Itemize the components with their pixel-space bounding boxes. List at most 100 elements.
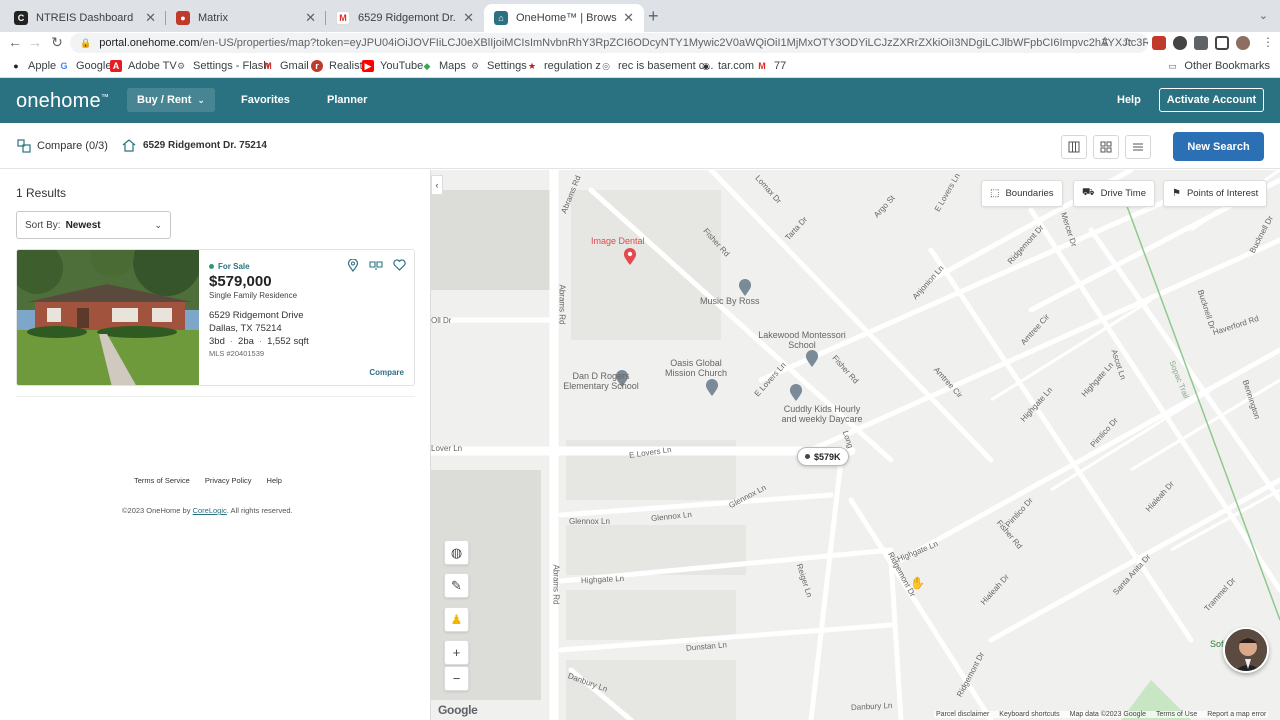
poi-label[interactable]: Oasis Global Mission Church [656,358,736,378]
corelogic-link[interactable]: CoreLogic [193,506,227,515]
buy-rent-label: Buy / Rent [137,94,192,106]
list-view-button[interactable] [1125,135,1151,159]
sub-toolbar: Compare (0/3) 6529 Ridgemont Dr. 75214 [0,123,1280,169]
beds: 3bd [209,336,225,347]
agent-avatar[interactable] [1223,627,1269,673]
results-count: 1 Results [16,186,67,200]
pin-dot [805,454,810,459]
back-icon[interactable]: ← [4,34,26,50]
onehome-logo[interactable]: onehome™ [16,90,109,113]
poi-label[interactable]: Music By Ross [700,296,760,306]
map-pin-icon[interactable] [347,259,359,272]
close-icon[interactable]: ✕ [305,10,316,26]
collapse-panel-button[interactable]: ‹ [431,175,443,195]
bookmark-realist[interactable]: r Realist [311,60,363,72]
close-icon[interactable]: ✕ [623,10,634,26]
close-icon[interactable]: ✕ [145,10,156,26]
bookmark-google[interactable]: G Google [58,60,111,72]
new-search-button[interactable]: New Search [1173,132,1264,161]
forward-icon[interactable]: → [24,34,46,50]
home-icon [122,139,136,152]
report-error-link[interactable]: Report a map error [1207,711,1266,718]
card-compare-link[interactable]: Compare [369,368,404,377]
sort-select[interactable]: Sort By: Newest ⌄ [16,211,171,239]
bookmark-star-icon[interactable]: ☆ [1122,35,1133,49]
poi-label[interactable]: Dan D Rogers Elementary School [561,371,641,391]
bookmark-regulation-z[interactable]: ★ regulation z [526,60,601,72]
bookmark-label: Other Bookmarks [1184,60,1270,72]
bookmark-tar[interactable]: ◉ tar.com [700,60,754,72]
bookmark-label: regulation z [544,60,601,72]
other-bookmarks[interactable]: ▭ Other Bookmarks [1166,60,1270,72]
bookmark-label: Realist [329,60,363,72]
new-tab-icon[interactable]: + [648,6,659,27]
draw-button[interactable]: ✎ [444,573,469,598]
bookmark-adobe-tv[interactable]: A Adobe TV [110,60,177,72]
help-link[interactable]: Help [267,476,282,485]
profile-avatar[interactable] [1236,36,1250,50]
poi-label[interactable]: Sof [1210,639,1224,649]
url-input[interactable]: 🔒 portal.onehome.com/en-US/properties/ma… [70,33,1148,53]
bookmark-settings[interactable]: ⚙ Settings [469,60,527,72]
nav-favorites[interactable]: Favorites [241,94,290,106]
browser-menu-icon[interactable]: ⋮ [1262,35,1274,49]
apple-icon: ● [13,61,19,71]
privacy-link[interactable]: Privacy Policy [205,476,252,485]
reload-icon[interactable]: ↻ [46,34,68,51]
grid-view-button[interactable] [1093,135,1119,159]
bookmark-youtube[interactable]: ▶ YouTube [362,60,423,72]
listing-photo[interactable] [17,250,199,385]
keyboard-shortcuts-link[interactable]: Keyboard shortcuts [999,711,1059,718]
boundaries-button[interactable]: ⬚ Boundaries [981,180,1063,207]
bookmark-gmail[interactable]: M Gmail [262,60,308,72]
zoom-out-button[interactable]: − [444,666,469,691]
bookmark-maps[interactable]: ◆ Maps [421,60,466,72]
bookmark-label: tar.com [718,60,755,72]
map-view-button[interactable] [1061,135,1087,159]
buy-rent-menu[interactable]: Buy / Rent ⌄ [127,88,215,112]
activate-account-button[interactable]: Activate Account [1159,88,1264,112]
bookmark-settings-flash[interactable]: ⚙ Settings - Flash [175,60,269,72]
close-icon[interactable]: ✕ [463,10,474,26]
listing-price: $579,000 [209,273,272,290]
bookmark-apple[interactable]: ● Apple [10,60,56,72]
parcel-disclaimer-link[interactable]: Parcel disclaimer [936,711,989,718]
bookmark-77[interactable]: M 77 [756,60,786,72]
bookmark-rec-basement[interactable]: ◎ rec is basement c... [600,60,713,72]
listing-actions [347,259,406,272]
compare-icon [17,139,31,153]
extension-red-icon[interactable] [1152,36,1166,50]
poi-label[interactable]: Cuddly Kids Hourly and weekly Daycare [777,404,867,424]
terms-link[interactable]: Terms of Service [134,476,190,485]
poi-label[interactable]: Image Dental [591,236,645,246]
map-canvas[interactable]: Abrams Rd Abrams Rd Abrams Rd Fisher Rd … [431,170,1280,720]
bookmarks-bar: ● Apple G Google A Adobe TV ⚙ Settings - Fla… [0,56,1280,78]
drive-time-button[interactable]: ⛟ Drive Time [1073,180,1155,207]
nav-planner[interactable]: Planner [327,94,367,106]
listing-card[interactable]: For Sale $579,000 Single Family Residenc… [16,249,415,386]
tab-onehome[interactable]: ⌂ OneHome™ | Browse Propertie ✕ [484,4,644,32]
street-view-button[interactable]: ♟ [444,607,469,632]
breadcrumb[interactable]: 6529 Ridgemont Dr. 75214 [122,139,267,152]
compare-toggle-icon[interactable] [369,259,383,271]
share-icon[interactable]: ⇪ [1100,35,1110,49]
bookmark-label: Maps [439,60,466,72]
poi-label[interactable]: Lakewood Montessori School [747,330,857,350]
compare-link[interactable]: Compare (0/3) [17,139,108,153]
terms-of-use-link[interactable]: Terms of Use [1156,711,1197,718]
points-of-interest-button[interactable]: ⚑ Points of Interest [1163,180,1268,207]
tab-search-icon[interactable]: ⌄ [1259,9,1268,22]
zoom-in-button[interactable]: + [444,640,469,665]
sidepanel-icon[interactable] [1215,36,1229,50]
nav-help[interactable]: Help [1117,94,1141,106]
tab-ntreis[interactable]: C NTREIS Dashboard ✕ [4,4,166,32]
extension-gear-icon[interactable] [1173,36,1187,50]
heart-icon[interactable] [393,259,406,271]
sort-value: Newest [65,219,101,231]
layers-button[interactable]: ◍ [444,540,469,565]
address-bar-row: ← → ↻ 🔒 portal.onehome.com/en-US/propert… [0,32,1280,54]
extensions-puzzle-icon[interactable] [1194,36,1208,50]
price-pin[interactable]: $579K [797,447,849,466]
tab-matrix[interactable]: ● Matrix ✕ [166,4,326,32]
tab-gmail[interactable]: M 6529 Ridgemont Dr. 75214 - j ✕ [326,4,484,32]
